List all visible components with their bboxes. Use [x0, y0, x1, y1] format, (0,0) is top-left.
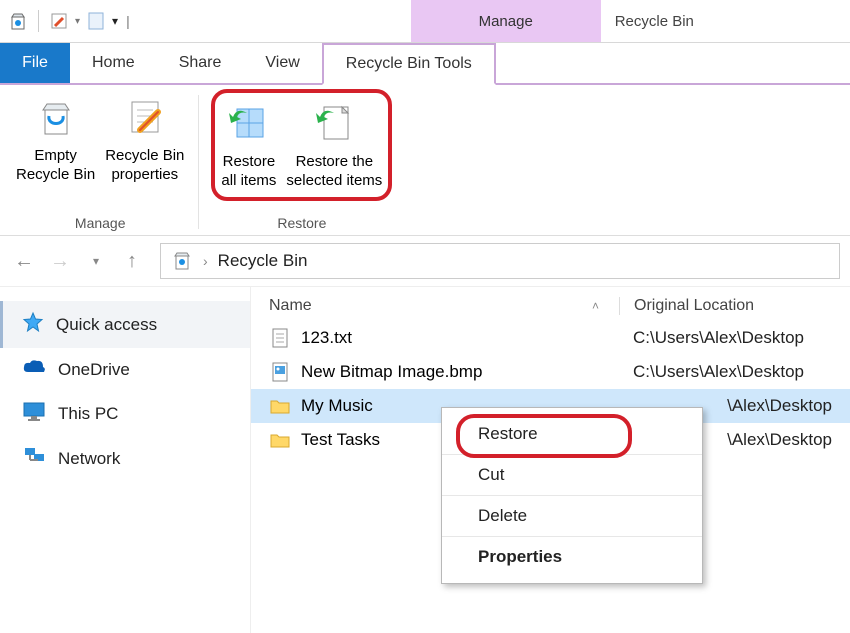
file-name: New Bitmap Image.bmp	[301, 362, 482, 382]
restore-selected-items-button[interactable]: Restore the selected items	[284, 95, 384, 195]
quick-access-toolbar: ▾ ▾ |	[0, 0, 136, 42]
contextual-tab-group-label: Manage	[411, 0, 601, 42]
menu-item-cut[interactable]: Cut	[442, 455, 702, 496]
file-tab[interactable]: File	[0, 43, 70, 83]
restore-all-icon	[225, 99, 273, 147]
group-label-restore: Restore	[277, 211, 326, 235]
column-header-original-location[interactable]: Original Location	[619, 297, 832, 315]
empty-bin-label-2: Recycle Bin	[16, 166, 95, 185]
restore-selected-icon	[310, 99, 358, 147]
titlebar: ▾ ▾ | Manage Recycle Bin	[0, 0, 850, 43]
up-button[interactable]: ↑	[118, 247, 146, 275]
sidebar-item-network[interactable]: Network	[0, 436, 250, 481]
column-headers: Name ˄ Original Location	[251, 287, 850, 321]
window-title: Recycle Bin	[601, 0, 708, 42]
monitor-icon	[22, 401, 46, 426]
new-doc-qat-icon[interactable]	[84, 9, 108, 33]
sidebar-item-this-pc[interactable]: This PC	[0, 391, 250, 436]
file-location: C:\Users\Alex\Desktop	[619, 362, 832, 382]
menu-item-properties[interactable]: Properties	[442, 537, 702, 577]
sidebar-item-quick-access[interactable]: Quick access	[0, 301, 250, 348]
forward-button[interactable]: →	[46, 247, 74, 275]
properties-label-2: properties	[111, 166, 178, 185]
properties-icon	[121, 93, 169, 141]
image-file-icon	[269, 361, 291, 383]
empty-bin-icon	[32, 93, 80, 141]
recycle-bin-icon[interactable]	[6, 9, 30, 33]
tab-view[interactable]: View	[243, 43, 321, 83]
column-header-name[interactable]: Name	[269, 297, 312, 315]
properties-qat-icon[interactable]	[47, 9, 71, 33]
ribbon-group-manage: Empty Recycle Bin Recycle Bin properties…	[8, 89, 192, 235]
sidebar-label-network: Network	[58, 449, 120, 469]
network-icon	[22, 446, 46, 471]
highlight-restore-buttons: Restore all items Restore the selected i…	[211, 89, 392, 201]
sidebar-item-onedrive[interactable]: OneDrive	[0, 348, 250, 391]
back-button[interactable]: ←	[10, 247, 38, 275]
address-bar[interactable]: › Recycle Bin	[160, 243, 840, 279]
menu-item-restore[interactable]: Restore	[442, 414, 702, 455]
restore-all-label-1: Restore	[223, 153, 276, 172]
ribbon-tabs: File Home Share View Recycle Bin Tools	[0, 43, 850, 85]
main-area: Quick access OneDrive This PC Network Na…	[0, 287, 850, 633]
cloud-icon	[22, 358, 46, 381]
recycle-bin-addr-icon	[171, 249, 193, 274]
star-icon	[22, 311, 44, 338]
folder-icon	[269, 395, 291, 417]
menu-item-delete[interactable]: Delete	[442, 496, 702, 537]
sidebar-label-onedrive: OneDrive	[58, 360, 130, 380]
tab-home[interactable]: Home	[70, 43, 157, 83]
navigation-pane: Quick access OneDrive This PC Network	[0, 287, 251, 633]
file-name: Test Tasks	[301, 430, 380, 450]
ribbon-body: Empty Recycle Bin Recycle Bin properties…	[0, 85, 850, 236]
tab-share[interactable]: Share	[157, 43, 244, 83]
group-label-manage: Manage	[75, 211, 126, 235]
file-name: 123.txt	[301, 328, 352, 348]
restore-selected-label-2: selected items	[286, 172, 382, 191]
file-name: My Music	[301, 396, 373, 416]
sidebar-label-quick-access: Quick access	[56, 315, 157, 335]
context-menu: Restore Cut Delete Properties	[441, 407, 703, 584]
sort-indicator-icon: ˄	[592, 299, 599, 313]
file-location: C:\Users\Alex\Desktop	[619, 328, 832, 348]
nav-row: ← → ▾ ↑ › Recycle Bin	[0, 236, 850, 287]
properties-label-1: Recycle Bin	[105, 147, 184, 166]
breadcrumb-location[interactable]: Recycle Bin	[218, 251, 308, 271]
list-item[interactable]: New Bitmap Image.bmp C:\Users\Alex\Deskt…	[251, 355, 850, 389]
list-item[interactable]: 123.txt C:\Users\Alex\Desktop	[251, 321, 850, 355]
recycle-bin-properties-button[interactable]: Recycle Bin properties	[103, 89, 186, 189]
text-file-icon	[269, 327, 291, 349]
restore-all-items-button[interactable]: Restore all items	[219, 95, 278, 195]
empty-bin-label-1: Empty	[34, 147, 77, 166]
ribbon-group-restore: Restore all items Restore the selected i…	[205, 89, 398, 235]
sidebar-label-this-pc: This PC	[58, 404, 118, 424]
restore-all-label-2: all items	[221, 172, 276, 191]
empty-recycle-bin-button[interactable]: Empty Recycle Bin	[14, 89, 97, 189]
restore-selected-label-1: Restore the	[296, 153, 374, 172]
tab-recycle-bin-tools[interactable]: Recycle Bin Tools	[322, 43, 496, 85]
content-pane: Name ˄ Original Location 123.txt C:\User…	[251, 287, 850, 633]
recent-locations-dropdown[interactable]: ▾	[82, 247, 110, 275]
folder-icon	[269, 429, 291, 451]
